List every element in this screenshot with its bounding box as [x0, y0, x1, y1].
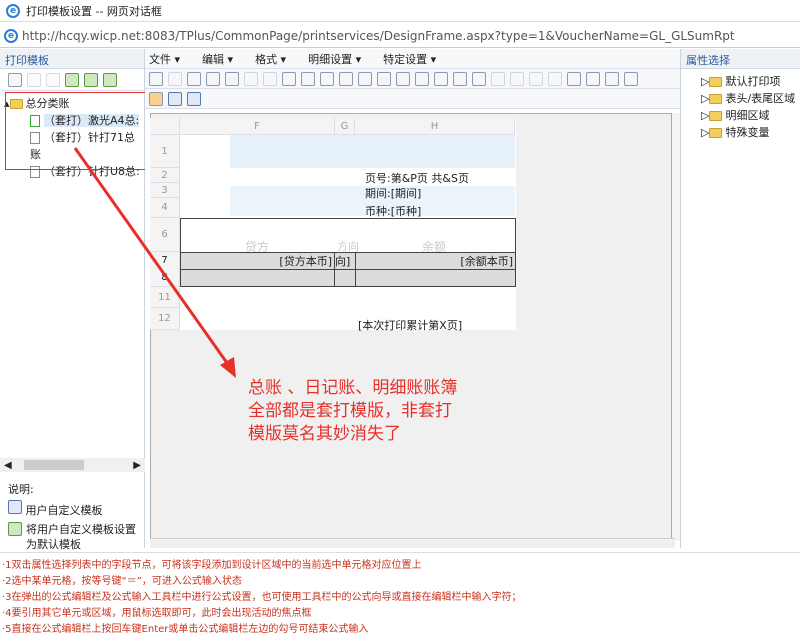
arrow-line: [73, 147, 234, 371]
note: ·4要引用其它单元或区域，用鼠标选取即可，此时会出现活动的焦点框: [2, 608, 312, 619]
arrow-head: [220, 357, 236, 378]
annotation-arrow: [73, 147, 236, 378]
annotation-line: 模版莫名其妙消失了: [248, 424, 401, 444]
annotation-line: 全部都是套打模版，非套打: [248, 401, 452, 421]
note: ·5直接在公式编辑栏上按回车键Enter或单击公式编辑栏左边的勾号可结束公式输入: [2, 624, 369, 635]
help-notes: ·1双击属性选择列表中的字段节点，可将该字段添加到设计区域中的当前选中单元格对应…: [0, 552, 800, 644]
note: ·2选中某单元格，按等号键“＝”，可进入公式输入状态: [2, 576, 242, 587]
annotation-text: 总账 、日记账、明细账账簿 全部都是套打模版，非套打 模版莫名其妙消失了: [248, 377, 508, 446]
annotation-line: 总账 、日记账、明细账账簿: [248, 378, 458, 398]
note: ·3在弹出的公式编辑栏及公式输入工具栏中进行公式设置，也可使用工具栏中的公式向导…: [2, 592, 522, 603]
note: ·1双击属性选择列表中的字段节点，可将该字段添加到设计区域中的当前选中单元格对应…: [2, 560, 422, 571]
